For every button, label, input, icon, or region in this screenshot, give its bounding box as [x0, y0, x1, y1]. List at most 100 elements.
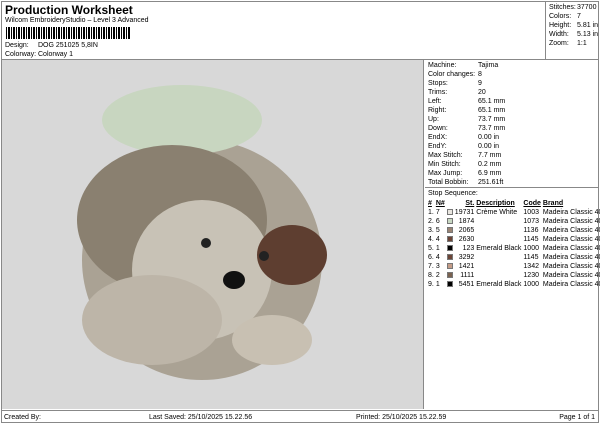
software-name: Wilcom EmbroideryStudio – Level 3 Advanc…	[5, 17, 149, 24]
stat-value: 1:1	[577, 40, 587, 47]
info-row: Max Stitch: 7.7 mm	[428, 151, 599, 160]
col-description: Description	[476, 200, 515, 207]
color-swatch	[446, 218, 453, 225]
row-code: 1145	[523, 236, 539, 243]
info-label: Max Stitch:	[428, 152, 463, 159]
info-label: Total Bobbin:	[428, 179, 469, 186]
stat-row: Width: 5.13 in	[549, 30, 599, 39]
col-brand: Brand	[542, 200, 564, 207]
row-index: 1.	[428, 209, 434, 216]
page-title: Production Worksheet	[5, 3, 133, 17]
table-row: 6. 4 3292 1145 Madeira Classic 40	[427, 253, 600, 262]
row-needle: 4	[435, 254, 440, 261]
design-value: DOG 251025 5,8IN	[38, 42, 98, 49]
row-code: 1000	[523, 281, 539, 288]
info-value: 0.2 mm	[478, 161, 502, 168]
stat-label: Zoom:	[549, 40, 569, 47]
stat-row: Stitches:37700	[549, 3, 599, 12]
table-row: 2. 6 1874 1073 Madeira Classic 40	[427, 217, 600, 226]
row-index: 2.	[428, 218, 434, 225]
row-index: 7.	[428, 263, 434, 270]
row-index: 9.	[428, 281, 434, 288]
info-row: Color changes: 8	[428, 70, 599, 79]
info-value: 65.1 mm	[478, 107, 506, 114]
row-stitches: 1111	[460, 272, 475, 279]
design-row: Design: DOG 251025 5,8IN	[5, 42, 98, 49]
info-row: Total Bobbin: 251.61ft	[428, 178, 599, 187]
header: Production Worksheet Wilcom EmbroiderySt…	[1, 1, 545, 60]
info-value: Tajima	[478, 62, 499, 69]
row-needle: 2	[435, 272, 440, 279]
info-label: Machine:	[428, 62, 457, 69]
info-label: Color changes:	[428, 71, 476, 78]
col-stitches: St.	[465, 200, 475, 207]
row-index: 8.	[428, 272, 434, 279]
row-needle: 5	[435, 227, 440, 234]
info-value: 251.61ft	[478, 179, 504, 186]
row-description: Emerald Black	[476, 245, 522, 252]
footer: Created By: Last Saved: 25/10/2025 15.22…	[1, 410, 599, 423]
dog-embroidery-image	[77, 85, 327, 380]
row-description	[475, 217, 522, 226]
row-brand: Madeira Classic 40	[542, 254, 600, 261]
table-row: 7. 3 1421 1342 Madeira Classic 40	[427, 262, 600, 271]
row-needle: 1	[435, 281, 440, 288]
color-swatch	[446, 209, 453, 216]
info-label: EndY:	[428, 143, 447, 150]
row-brand: Madeira Classic 40	[542, 245, 600, 252]
stat-row: Height: 5.81 in	[549, 21, 599, 30]
info-label: Trims:	[428, 89, 448, 96]
row-stitches: 2065	[458, 227, 475, 234]
stat-row: Zoom: 1:1	[549, 39, 599, 48]
stop-sequence-title: Stop Sequence:	[425, 187, 599, 199]
info-label: Max Jump:	[428, 170, 463, 177]
row-code: 1000	[523, 245, 539, 252]
row-index: 6.	[428, 254, 434, 261]
col-needle: N#	[435, 200, 445, 207]
row-needle: 4	[435, 236, 440, 243]
row-description	[475, 262, 522, 271]
row-description	[475, 226, 522, 235]
row-index: 4.	[428, 236, 434, 243]
stat-label: Width:	[549, 31, 569, 38]
color-swatch	[446, 263, 453, 270]
info-label: Stops:	[428, 80, 448, 87]
info-label: Right:	[428, 107, 447, 114]
colorway-label: Colorway:	[5, 51, 37, 58]
colorway-value: Colorway 1	[38, 51, 74, 58]
info-value: 9	[478, 80, 482, 87]
page-number: Page 1 of 1	[559, 414, 595, 421]
table-row: 1. 7 19731 Crème White 1003 Madeira Classic 4…	[427, 208, 600, 217]
info-value: 20	[478, 89, 486, 96]
info-row: Stops: 9	[428, 79, 599, 88]
info-value: 73.7 mm	[478, 116, 506, 123]
row-stitches: 19731	[454, 209, 475, 216]
row-description: Crème White	[476, 209, 518, 216]
row-stitches: 1874	[458, 218, 475, 225]
info-value: 73.7 mm	[478, 125, 506, 132]
row-needle: 6	[435, 218, 440, 225]
color-swatch	[446, 245, 453, 252]
row-needle: 1	[435, 245, 440, 252]
printed-date: Printed: 25/10/2025 15.22.59	[356, 414, 447, 421]
row-brand: Madeira Classic 40	[542, 272, 600, 279]
info-row: Machine: Tajima	[428, 61, 599, 70]
row-code: 1003	[523, 209, 539, 216]
row-brand: Madeira Classic 40	[542, 209, 600, 216]
row-brand: Madeira Classic 40	[542, 227, 600, 234]
row-needle: 3	[435, 263, 440, 270]
last-saved: Last Saved: 25/10/2025 15.22.56	[149, 414, 253, 421]
row-stitches: 2630	[458, 236, 475, 243]
info-row: EndY: 0.00 in	[428, 142, 599, 151]
stat-label: Stitches:	[549, 4, 576, 11]
color-swatch	[446, 254, 453, 261]
row-brand: Madeira Classic 40	[542, 236, 600, 243]
design-stats: Stitches:37700 Colors: 7 Height: 5.81 in Widt…	[545, 1, 599, 60]
stat-row: Colors: 7	[549, 12, 599, 21]
row-description	[475, 235, 522, 244]
created-by: Created By:	[4, 414, 41, 421]
row-code: 1136	[523, 227, 539, 234]
row-stitches: 123	[462, 245, 475, 252]
row-brand: Madeira Classic 40	[542, 263, 600, 270]
machine-info: Machine: Tajima Color changes: 8 Stops: 9 Trim…	[425, 60, 599, 187]
